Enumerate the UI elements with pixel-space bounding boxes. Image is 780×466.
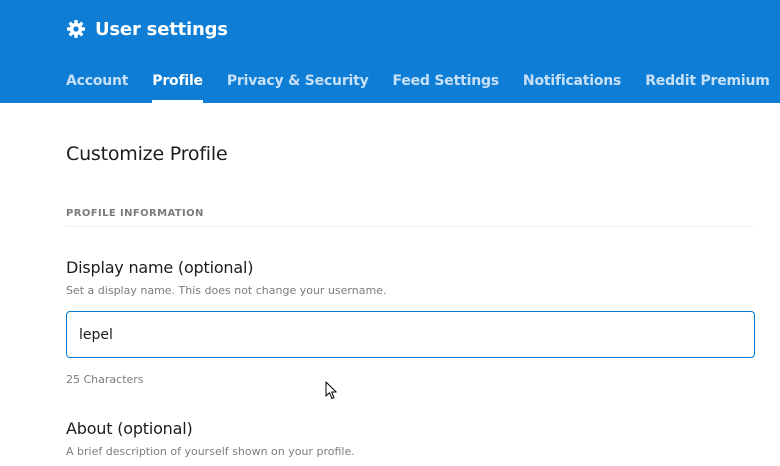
tab-profile[interactable]: Profile: [152, 70, 203, 103]
tab-privacy-security[interactable]: Privacy & Security: [227, 70, 369, 103]
mouse-pointer-icon: [325, 381, 337, 399]
header-title-row: User settings: [66, 16, 228, 42]
tab-account[interactable]: Account: [66, 70, 128, 103]
profile-information-label: PROFILE INFORMATION: [66, 208, 204, 219]
display-name-input[interactable]: [66, 311, 755, 358]
display-name-description: Set a display name. This does not change…: [66, 284, 387, 297]
gear-icon: [67, 20, 85, 38]
section-divider: [66, 226, 754, 227]
display-name-char-count: 25 Characters: [66, 373, 144, 386]
about-title: About (optional): [66, 419, 193, 438]
page-title: User settings: [95, 18, 228, 40]
about-description: A brief description of yourself shown on…: [66, 445, 355, 458]
settings-header: User settings Account Profile Privacy & …: [0, 0, 780, 103]
settings-tabs: Account Profile Privacy & Security Feed …: [66, 70, 780, 103]
display-name-title: Display name (optional): [66, 258, 254, 277]
tab-notifications[interactable]: Notifications: [523, 70, 621, 103]
customize-profile-heading: Customize Profile: [66, 143, 228, 165]
tab-reddit-premium[interactable]: Reddit Premium: [645, 70, 770, 103]
tab-feed-settings[interactable]: Feed Settings: [393, 70, 500, 103]
